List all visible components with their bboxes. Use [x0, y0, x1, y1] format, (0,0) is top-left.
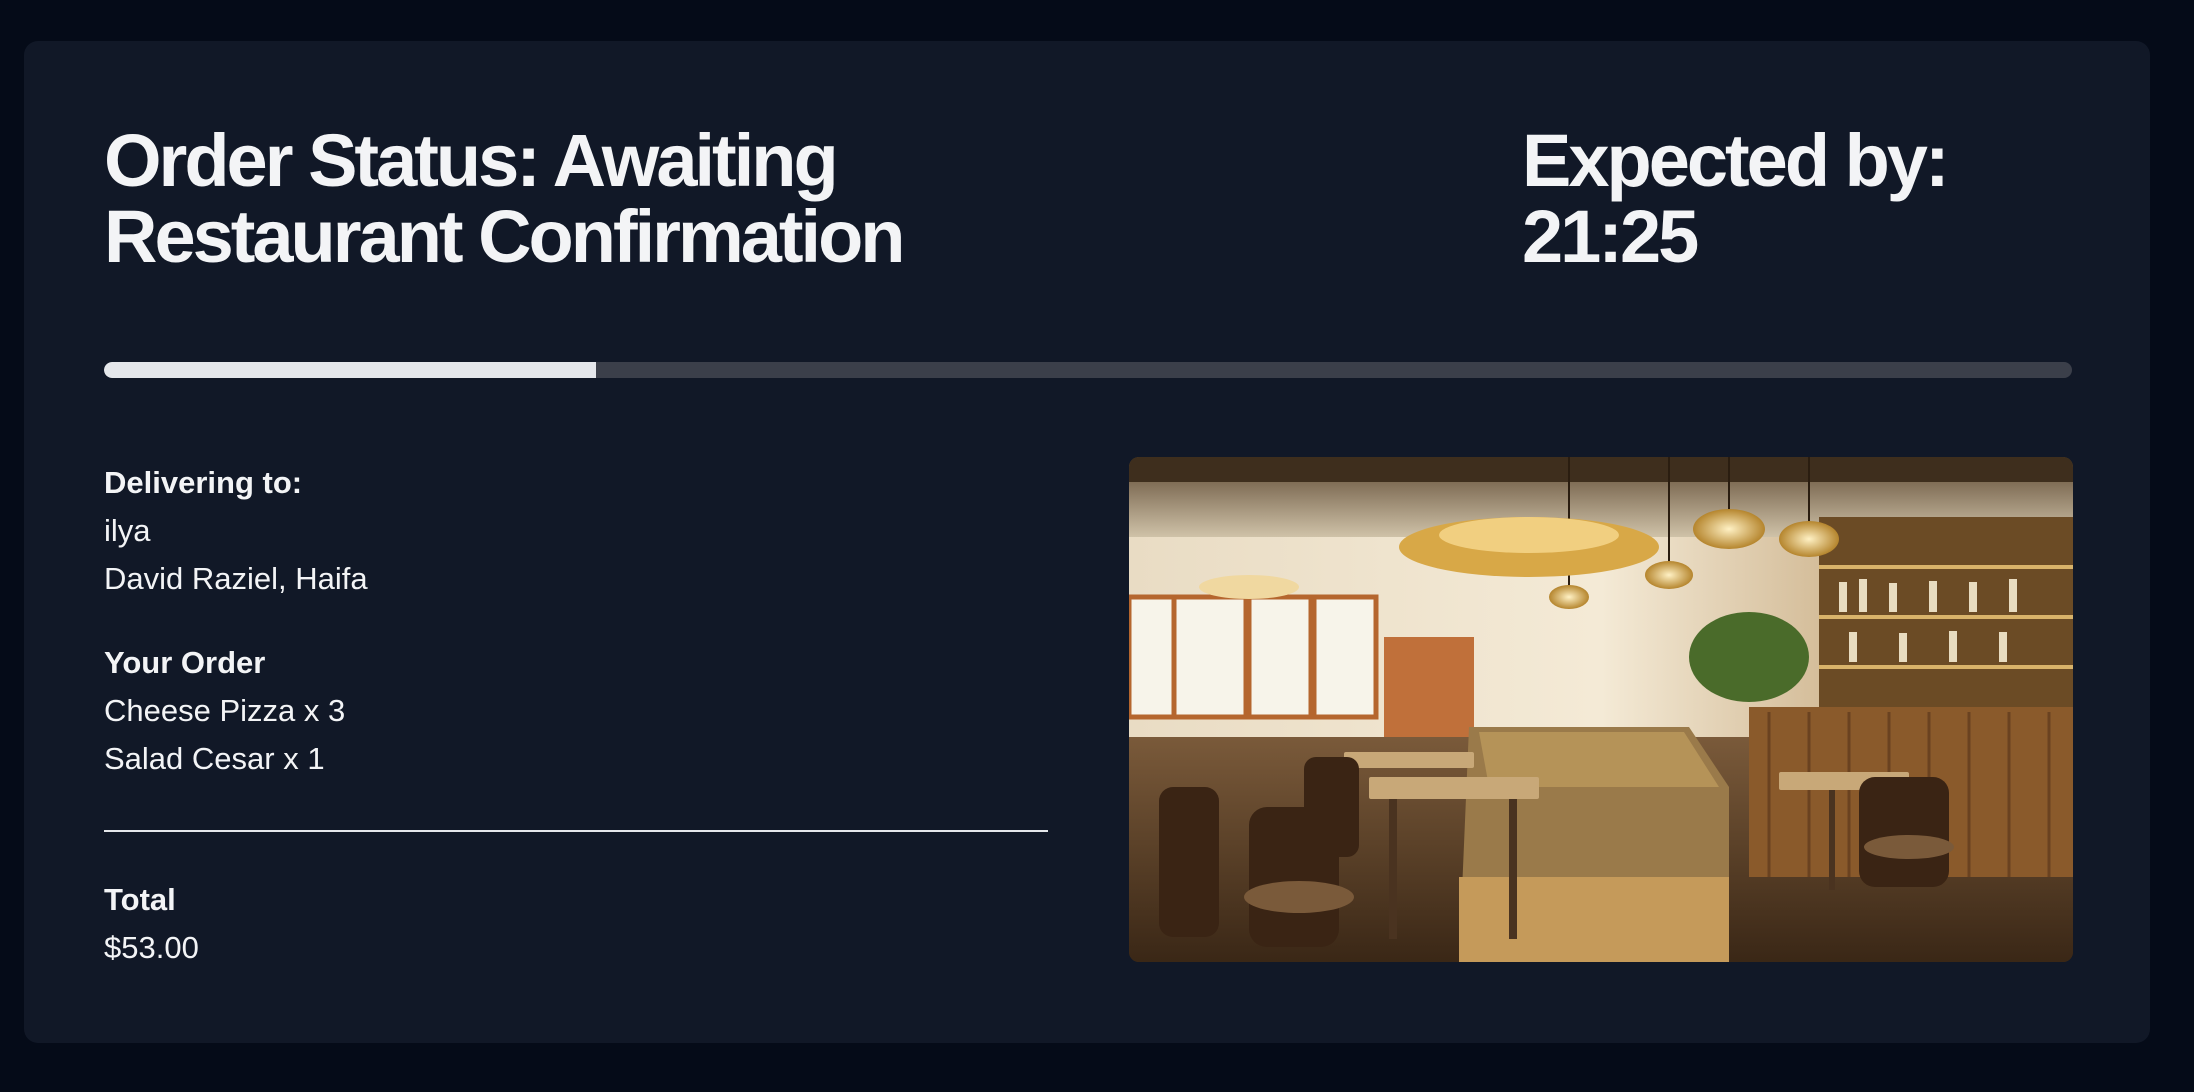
delivery-name: ilya [104, 513, 151, 548]
restaurant-interior-illustration [1129, 457, 2073, 962]
order-progress-fill [104, 362, 596, 378]
order-item: Cheese Pizza x 3 [104, 693, 346, 728]
delivery-address: David Raziel, Haifa [104, 561, 368, 596]
order-status-card: Order Status: Awaiting Restaurant Confir… [24, 41, 2150, 1043]
delivering-to-label: Delivering to: [104, 465, 303, 500]
order-status-title: Order Status: Awaiting Restaurant Confir… [104, 119, 906, 278]
total-label: Total [104, 882, 176, 917]
total-value: $53.00 [104, 930, 199, 965]
your-order-label: Your Order [104, 645, 266, 680]
order-item: Salad Cesar x 1 [104, 741, 325, 776]
order-details: Delivering to: ilya David Raziel, Haifa … [104, 459, 1049, 972]
order-progress-bar [104, 362, 2072, 378]
expected-time: Expected by: 21:25 [1522, 119, 1950, 278]
restaurant-photo [1129, 457, 2073, 962]
divider [104, 830, 1048, 832]
